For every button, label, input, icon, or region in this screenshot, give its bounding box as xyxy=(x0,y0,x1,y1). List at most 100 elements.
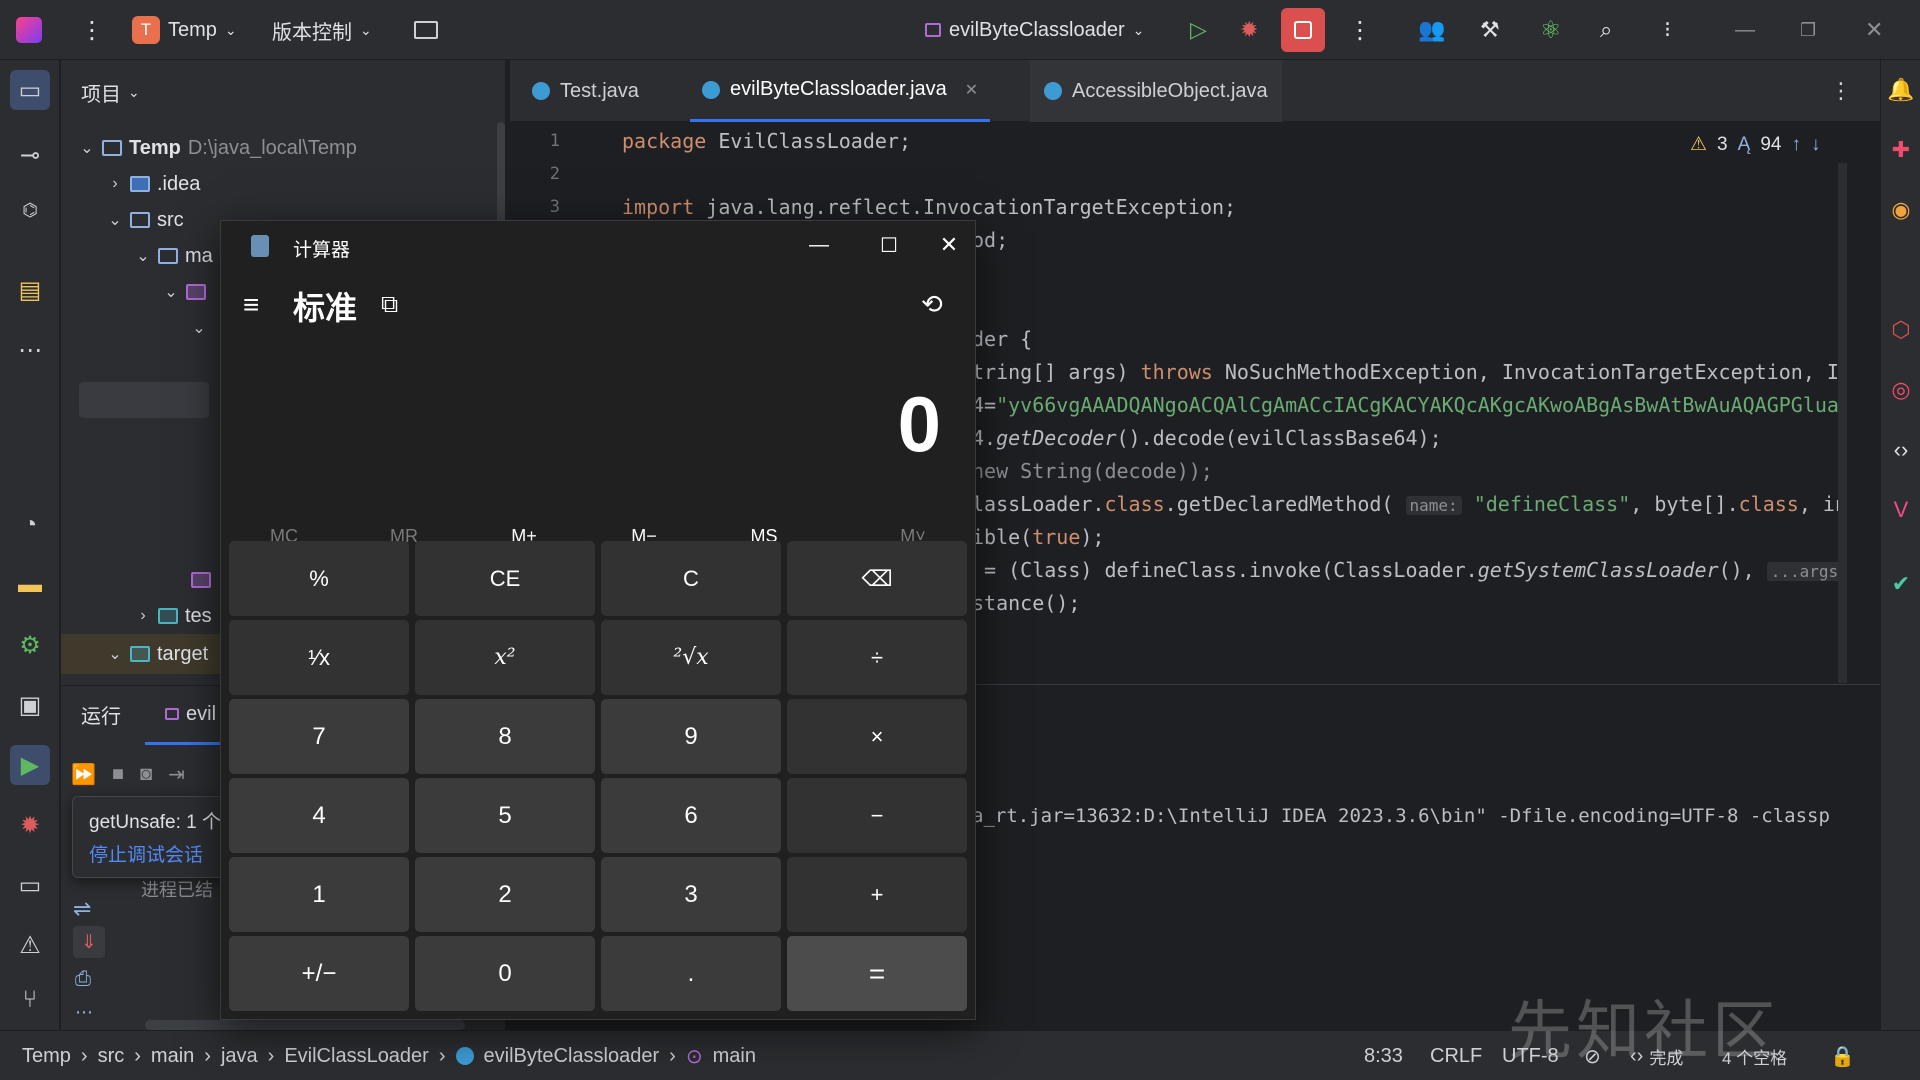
exit-icon[interactable]: ⇥ xyxy=(168,762,185,787)
line-ending[interactable]: CRLF xyxy=(1430,1031,1482,1080)
tree-row-main[interactable]: ⌄ ma xyxy=(135,238,213,274)
vue-icon[interactable]: V xyxy=(1887,496,1915,524)
minimize-icon[interactable]: — xyxy=(791,227,847,263)
breadcrumb-item[interactable]: evilByteClassloader xyxy=(484,1045,660,1068)
intellij-logo-icon[interactable] xyxy=(16,0,42,60)
debug-tool-icon[interactable]: ✹ xyxy=(10,805,50,845)
percent-button[interactable]: % xyxy=(229,541,409,616)
tab-accessibleobject[interactable]: AccessibleObject.java xyxy=(1030,60,1282,122)
digit-5-button[interactable]: 5 xyxy=(415,778,595,853)
subtract-button[interactable]: − xyxy=(787,778,967,853)
stop-icon[interactable]: ■ xyxy=(112,763,124,786)
negate-button[interactable]: +/− xyxy=(229,936,409,1011)
database-icon[interactable]: ◉ xyxy=(1887,196,1915,224)
run-tab[interactable]: evil xyxy=(165,696,216,732)
equals-button[interactable]: = xyxy=(787,936,967,1011)
inspection-widget[interactable]: ⚠ 3 Ą 94 ↑ ↓ xyxy=(1690,133,1820,156)
clear-button[interactable]: C xyxy=(601,541,781,616)
lock-icon[interactable]: 🔒 xyxy=(1830,1031,1855,1080)
soft-wrap-icon[interactable]: ⇌ xyxy=(73,896,91,922)
more-actions-icon[interactable]: ⋮ xyxy=(1348,0,1372,60)
tree-row-test[interactable]: › tes xyxy=(135,598,211,634)
tree-row-java[interactable]: ⌄ xyxy=(163,274,206,310)
cube-icon[interactable]: ⬡ xyxy=(1887,316,1915,344)
commit-icon[interactable]: ⊸ xyxy=(10,135,50,175)
notifications-icon[interactable]: 🔔 xyxy=(1887,76,1915,104)
profiler-icon[interactable]: ◔ xyxy=(10,505,50,545)
stop-button[interactable] xyxy=(1281,0,1325,60)
decimal-button[interactable]: . xyxy=(601,936,781,1011)
maximize-icon[interactable]: ☐ xyxy=(861,227,917,263)
endpoints-icon[interactable]: ‹› xyxy=(1887,436,1915,464)
divide-button[interactable]: ÷ xyxy=(787,620,967,695)
plugin-icon[interactable]: ✚ xyxy=(1887,136,1915,164)
breadcrumb-item[interactable]: EvilClassLoader xyxy=(284,1045,429,1068)
more-tools-icon[interactable]: ⋯ xyxy=(10,330,50,370)
settings-icon[interactable]: ⁝ xyxy=(1664,0,1671,60)
digit-4-button[interactable]: 4 xyxy=(229,778,409,853)
horizontal-scrollbar[interactable] xyxy=(145,1020,465,1030)
vcs-menu[interactable]: 版本控制 ⌄ xyxy=(272,0,372,60)
tree-row-target[interactable]: ⌄ target xyxy=(107,636,208,672)
project-selector[interactable]: T Temp ⌄ xyxy=(132,0,237,60)
editor-scrollbar[interactable] xyxy=(1838,163,1847,683)
digit-8-button[interactable]: 8 xyxy=(415,699,595,774)
print-icon[interactable]: ⎙ xyxy=(75,968,91,991)
add-button[interactable]: + xyxy=(787,857,967,932)
camera-icon[interactable]: ◙ xyxy=(140,763,152,786)
minimize-icon[interactable]: — xyxy=(1735,0,1755,60)
breadcrumb-item[interactable]: src xyxy=(98,1045,125,1068)
tab-options-icon[interactable]: ⋮ xyxy=(1830,60,1852,122)
multiply-button[interactable]: × xyxy=(787,699,967,774)
digit-7-button[interactable]: 7 xyxy=(229,699,409,774)
digit-1-button[interactable]: 1 xyxy=(229,857,409,932)
digit-2-button[interactable]: 2 xyxy=(415,857,595,932)
square-root-button[interactable]: ²√x xyxy=(601,620,781,695)
target-icon[interactable]: ◎ xyxy=(1887,376,1915,404)
tab-evilbyteclassloader[interactable]: evilByteClassloader.java ✕ xyxy=(690,60,991,122)
tree-row-resources[interactable] xyxy=(191,562,211,598)
close-icon[interactable]: ✕ xyxy=(921,227,977,263)
digit-6-button[interactable]: 6 xyxy=(601,778,781,853)
tree-row-src[interactable]: ⌄ src xyxy=(107,202,183,238)
run-config-selector[interactable]: evilByteClassloader ⌄ xyxy=(925,0,1144,60)
keep-on-top-icon[interactable]: ⧉ xyxy=(381,291,398,319)
breadcrumb-item[interactable]: main xyxy=(713,1045,756,1068)
arrow-up-icon[interactable]: ↑ xyxy=(1791,134,1801,156)
tree-row-temp[interactable]: ⌄ Temp D:\java_local\Temp xyxy=(79,130,357,166)
digit-3-button[interactable]: 3 xyxy=(601,857,781,932)
project-panel-header[interactable]: 项目 ⌄ xyxy=(81,74,140,110)
build-tools-icon[interactable]: ⚒ xyxy=(1480,0,1500,60)
digit-0-button[interactable]: 0 xyxy=(415,936,595,1011)
ai-assistant-icon[interactable]: ⚛ xyxy=(1540,0,1562,60)
reciprocal-button[interactable]: ¹⁄x xyxy=(229,620,409,695)
breadcrumb-item[interactable]: java xyxy=(221,1045,258,1068)
tree-row-idea[interactable]: › .idea xyxy=(107,166,200,202)
code-with-me-icon[interactable]: 👥 xyxy=(1418,0,1445,60)
git-icon[interactable]: ⑂ xyxy=(10,980,50,1020)
structure-icon[interactable]: ⌬ xyxy=(10,190,50,230)
folder-icon[interactable] xyxy=(414,0,438,60)
square-button[interactable]: x² xyxy=(415,620,595,695)
services-icon[interactable]: ⚙ xyxy=(10,625,50,665)
clear-entry-button[interactable]: CE xyxy=(415,541,595,616)
caret-position[interactable]: 8:33 xyxy=(1364,1031,1403,1080)
more-icon[interactable]: ⋯ xyxy=(75,1002,93,1023)
history-icon[interactable]: ⟲ xyxy=(921,289,943,320)
scroll-end-icon[interactable]: ⇓ xyxy=(73,926,105,958)
run-tool-icon[interactable]: ▶ xyxy=(10,745,50,785)
tab-test-java[interactable]: Test.java xyxy=(532,60,639,122)
database-icon[interactable]: ▤ xyxy=(10,270,50,310)
selected-row[interactable] xyxy=(79,382,209,418)
menu-icon[interactable]: ≡ xyxy=(243,289,259,321)
problems-icon[interactable]: ⚠ xyxy=(10,925,50,965)
breadcrumb-item[interactable]: Temp xyxy=(22,1045,71,1068)
run-icon[interactable]: ▷ xyxy=(1190,0,1207,60)
project-tool-icon[interactable]: ▭ xyxy=(10,70,50,110)
checkmark-icon[interactable]: ✔ xyxy=(1887,570,1915,598)
stop-debug-link[interactable]: 停止调试会话 xyxy=(89,840,215,867)
restore-icon[interactable]: ❐ xyxy=(1800,0,1816,60)
arrow-down-icon[interactable]: ↓ xyxy=(1811,134,1821,156)
debug-icon[interactable]: ✹ xyxy=(1240,0,1258,60)
close-tab-icon[interactable]: ✕ xyxy=(965,80,978,100)
